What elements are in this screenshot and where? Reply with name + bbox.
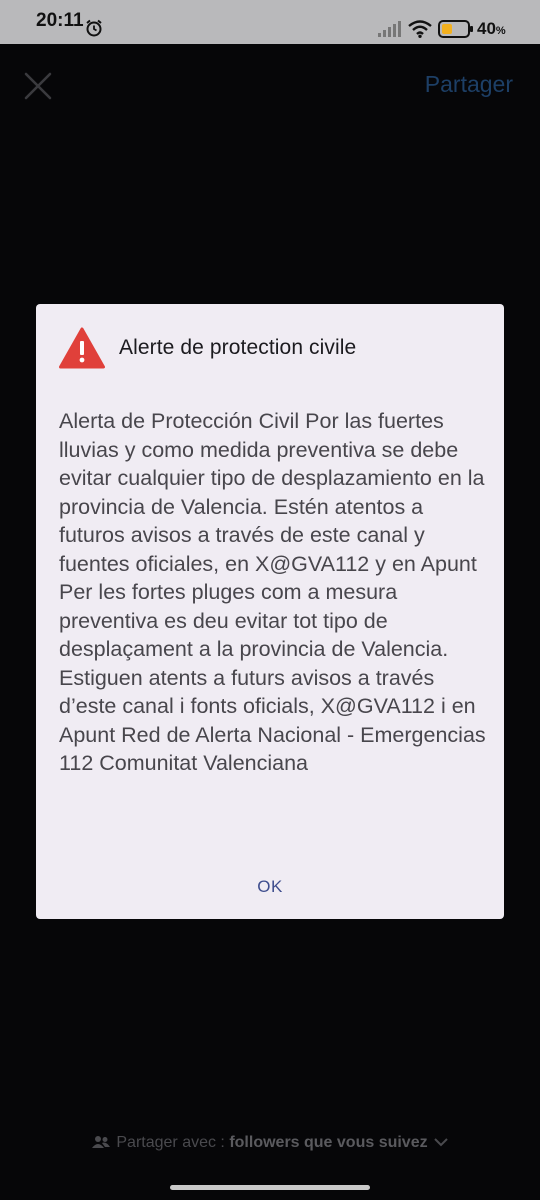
share-button[interactable]: Partager — [425, 71, 513, 98]
warning-icon — [59, 327, 105, 369]
status-bar: 20:11 40% — [0, 0, 540, 44]
home-indicator[interactable] — [170, 1185, 370, 1190]
people-icon — [92, 1136, 111, 1148]
alert-dialog: Alerte de protection civile Alerta de Pr… — [36, 304, 504, 919]
close-icon[interactable] — [22, 70, 54, 102]
status-time: 20:11 — [36, 10, 84, 31]
chevron-down-icon — [433, 1138, 448, 1147]
share-audience-selector[interactable]: Partager avec : followers que vous suive… — [0, 1134, 540, 1152]
dialog-title: Alerte de protection civile — [119, 336, 357, 359]
wifi-icon — [408, 20, 432, 38]
battery-percentage: 40% — [477, 19, 506, 38]
battery-icon — [438, 20, 473, 38]
share-audience: followers que vous suivez — [229, 1134, 428, 1151]
signal-icon — [378, 21, 401, 37]
ok-button[interactable]: OK — [246, 869, 294, 905]
share-prefix: Partager avec : — [116, 1134, 230, 1151]
dialog-message: Alerta de Protección Civil Por las fuert… — [59, 409, 486, 775]
alarm-icon — [86, 19, 102, 37]
